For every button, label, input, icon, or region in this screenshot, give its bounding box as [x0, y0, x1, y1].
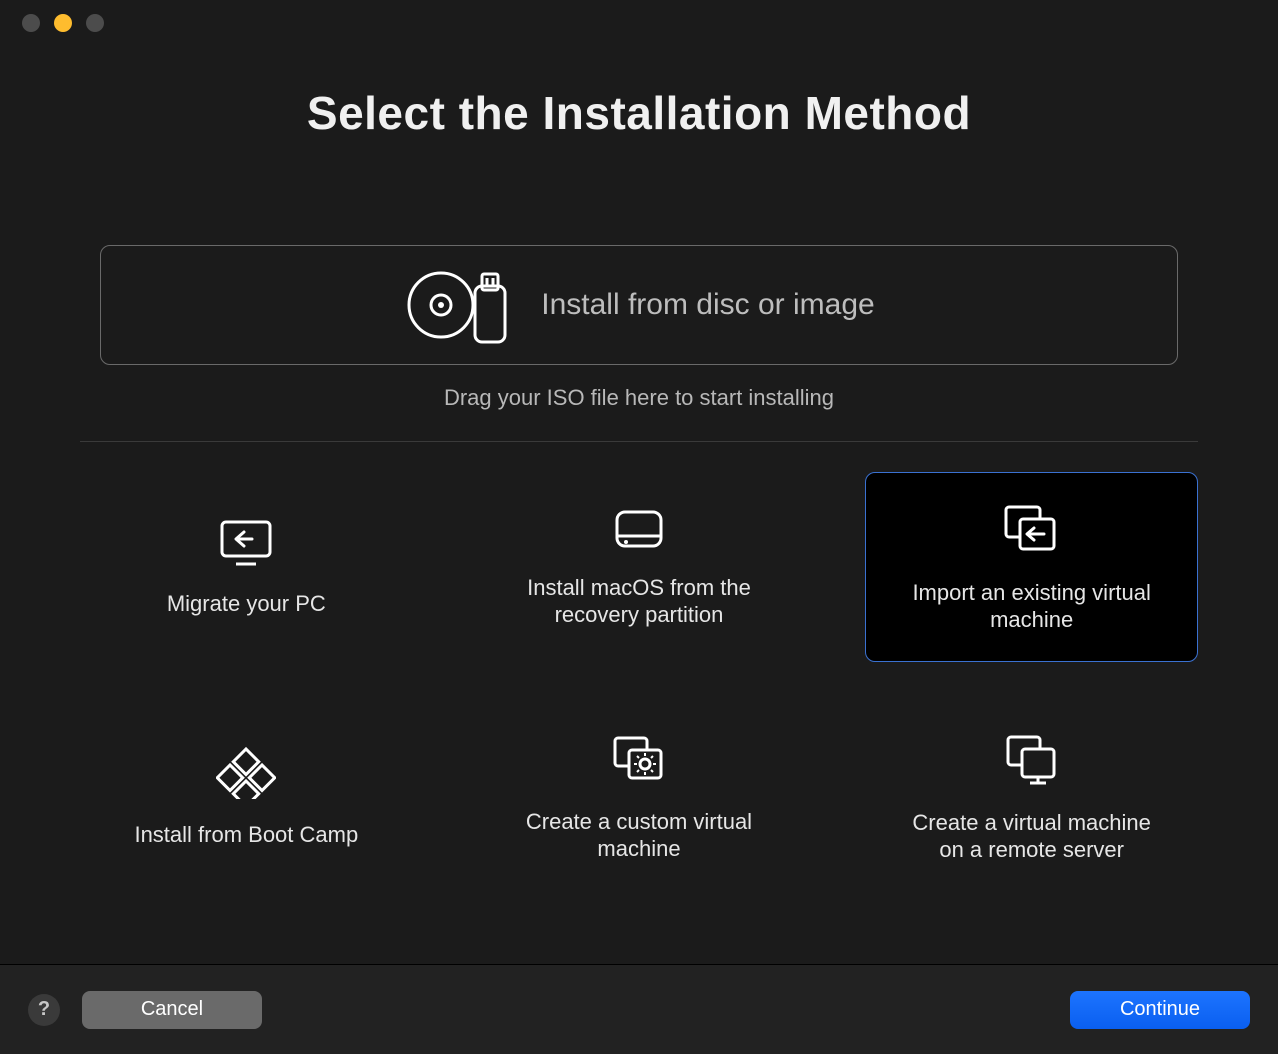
- bootcamp-icon: [216, 745, 276, 799]
- option-label: Create a custom virtual machine: [509, 808, 769, 863]
- option-import-vm[interactable]: Import an existing virtual machine: [865, 472, 1198, 662]
- disc-usb-icon: [403, 262, 513, 348]
- dropzone-label: Install from disc or image: [541, 288, 874, 322]
- option-label: Create a virtual machine on a remote ser…: [902, 809, 1162, 864]
- custom-vm-icon: [609, 732, 669, 786]
- dropzone-hint: Drag your ISO file here to start install…: [0, 385, 1278, 411]
- remote-vm-icon: [1002, 731, 1062, 787]
- bottom-toolbar: ? Cancel Continue: [0, 964, 1278, 1054]
- window-titlebar: [0, 0, 1278, 46]
- option-label: Migrate your PC: [167, 590, 326, 618]
- window-close-button[interactable]: [22, 14, 40, 32]
- option-migrate-pc[interactable]: Migrate your PC: [80, 472, 413, 662]
- window-minimize-button[interactable]: [54, 14, 72, 32]
- option-install-bootcamp[interactable]: Install from Boot Camp: [80, 702, 413, 892]
- option-install-macos[interactable]: Install macOS from the recovery partitio…: [473, 472, 806, 662]
- option-label: Import an existing virtual machine: [902, 579, 1162, 634]
- option-create-remote-vm[interactable]: Create a virtual machine on a remote ser…: [865, 702, 1198, 892]
- page-title: Select the Installation Method: [0, 86, 1278, 140]
- migrate-pc-icon: [218, 516, 274, 568]
- divider: [80, 441, 1198, 442]
- install-from-disc-dropzone[interactable]: Install from disc or image: [100, 245, 1178, 365]
- options-grid: Migrate your PC Install macOS from the r…: [80, 472, 1198, 892]
- help-button[interactable]: ?: [28, 994, 60, 1026]
- option-label: Install macOS from the recovery partitio…: [509, 574, 769, 629]
- cancel-button[interactable]: Cancel: [82, 991, 262, 1029]
- option-create-custom-vm[interactable]: Create a custom virtual machine: [473, 702, 806, 892]
- window-zoom-button[interactable]: [86, 14, 104, 32]
- import-vm-icon: [1000, 501, 1064, 557]
- disk-icon: [611, 506, 667, 552]
- continue-button[interactable]: Continue: [1070, 991, 1250, 1029]
- option-label: Install from Boot Camp: [134, 821, 358, 849]
